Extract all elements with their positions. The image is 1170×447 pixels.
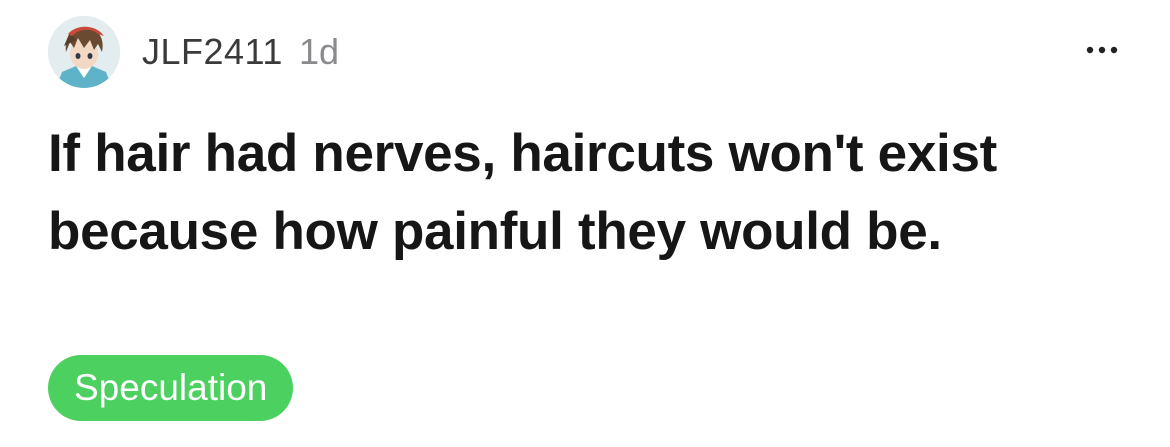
username[interactable]: JLF2411 (142, 31, 283, 73)
post-card: JLF2411 1d If hair had nerves, haircuts … (0, 0, 1170, 447)
anime-character-avatar-icon (48, 16, 120, 88)
post-age: 1d (298, 31, 339, 72)
flair-tag[interactable]: Speculation (48, 355, 294, 421)
ellipsis-icon (1086, 46, 1118, 54)
post-header: JLF2411 1d (48, 14, 339, 90)
more-options-button[interactable] (1080, 28, 1124, 72)
avatar[interactable] (48, 16, 120, 88)
post-meta: JLF2411 1d (142, 31, 339, 73)
post-title[interactable]: If hair had nerves, haircuts won't exist… (48, 115, 1048, 271)
